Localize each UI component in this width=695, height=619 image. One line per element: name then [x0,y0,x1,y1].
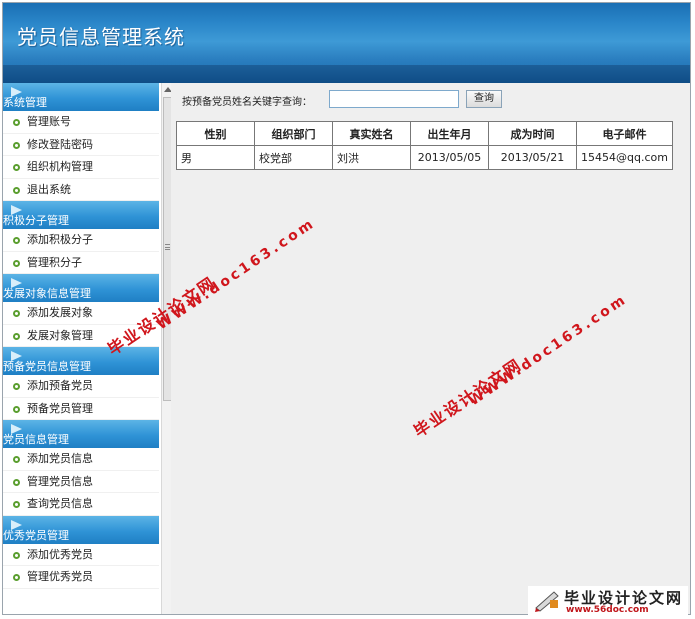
search-button[interactable]: 查询 [466,90,502,108]
sidebar-item-label: 管理党员信息 [27,474,93,488]
sidebar-section-header[interactable]: 预备党员信息管理 [3,347,159,375]
logo-pen-icon [535,591,559,612]
sidebar-item[interactable]: 添加党员信息 [3,448,159,471]
sidebar-item-label: 管理积分子 [27,255,82,269]
sidebar-section-title: 发展对象信息管理 [3,287,91,300]
results-table-wrap: 性别 组织部门 真实姓名 出生年月 成为时间 电子邮件 男 校党部 刘洪 201… [176,121,673,170]
sidebar-item-label: 查询党员信息 [27,497,93,510]
bullet-circle-icon [13,574,20,581]
sidebar-item[interactable]: 管理积分子 [3,251,159,274]
scroll-up-arrow-icon[interactable] [164,87,171,92]
sidebar-item-label: 管理账号 [27,115,71,128]
results-table: 性别 组织部门 真实姓名 出生年月 成为时间 电子邮件 男 校党部 刘洪 201… [176,121,673,170]
sidebar-item[interactable]: 添加优秀党员 [3,543,159,566]
sidebar-item-label: 添加积极分子 [27,233,93,246]
cell-join-date: 2013/05/21 [488,145,577,170]
bullet-circle-icon [13,383,20,390]
cell-birth-date: 2013/05/05 [410,145,489,170]
bullet-circle-icon [13,164,20,171]
sidebar-item[interactable]: 查询党员信息 [3,493,159,516]
sidebar-item-label: 添加预备党员 [27,379,93,392]
sidebar-item[interactable]: 管理党员信息 [3,470,159,493]
app-title: 党员信息管理系统 [17,25,185,49]
col-header-gender: 性别 [176,121,255,146]
table-header-row: 性别 组织部门 真实姓名 出生年月 成为时间 电子邮件 [176,121,673,146]
bullet-circle-icon [13,478,20,486]
sidebar-item[interactable]: 修改登陆密码 [3,133,159,156]
sidebar-section-title: 积极分子管理 [3,214,69,227]
sidebar-section-header[interactable]: 发展对象信息管理 [3,274,159,302]
cell-department: 校党部 [254,145,333,170]
sidebar-item[interactable]: 预备党员管理 [3,397,159,420]
sidebar-section-header[interactable]: 系统管理 [3,83,159,111]
bullet-circle-icon [13,551,20,559]
sidebar-section-title: 优秀党员管理 [3,528,69,542]
header-band [3,65,690,83]
search-label: 按预备党员姓名关键字查询： [182,97,312,108]
sidebar-item[interactable]: 组织机构管理 [3,156,159,179]
sidebar-section-header[interactable]: 优秀党员管理 [3,515,159,544]
main-content: 按预备党员姓名关键字查询： 查询 性别 组织部门 真实姓名 出生年月 成为时间 [173,83,690,614]
app-window: 党员信息管理系统 系统管理管理账号修改登陆密码 组织机构管理 退出系统积极分子管理添… [2,2,691,615]
bullet-circle-icon [13,332,20,340]
bullet-circle-icon [13,259,20,267]
bullet-circle-icon [13,310,20,317]
sidebar-item-label: 预备党员管理 [27,401,93,415]
sidebar: 系统管理管理账号修改登陆密码 组织机构管理 退出系统积极分子管理添加积极分子 管理积分… [3,83,171,614]
bullet-circle-icon [13,501,20,508]
sidebar-section-title: 预备党员信息管理 [3,360,91,373]
cell-real-name: 刘洪 [332,145,411,170]
sidebar-item-label: 组织机构管理 [27,160,93,173]
sidebar-section-header[interactable]: 积极分子管理 [3,201,159,229]
scroll-thumb[interactable] [163,97,171,401]
logo-url: www.56doc.com [566,605,649,615]
sidebar-item[interactable]: 管理优秀党员 [3,566,159,589]
bullet-circle-icon [13,119,20,126]
bullet-circle-icon [13,405,20,413]
bullet-circle-icon [13,456,20,463]
col-header-real-name: 真实姓名 [332,121,411,146]
sidebar-item-label: 添加党员信息 [27,452,93,465]
bullet-circle-icon [13,237,20,244]
bullet-circle-icon [13,141,20,149]
sidebar-scrollbar[interactable] [161,83,171,614]
bullet-circle-icon [13,186,20,194]
sidebar-item[interactable]: 添加预备党员 [3,375,159,398]
sidebar-item-label: 退出系统 [27,182,71,196]
cell-gender: 男 [176,145,255,170]
sidebar-item-label: 管理优秀党员 [27,570,93,583]
sidebar-item-label: 修改登陆密码 [27,137,93,151]
sidebar-item-label: 发展对象管理 [27,328,93,342]
header-banner: 党员信息管理系统 [3,3,690,83]
table-row[interactable]: 男 校党部 刘洪 2013/05/05 2013/05/21 15454@qq.… [176,145,673,170]
sidebar-item-label: 添加优秀党员 [27,547,93,561]
col-header-department: 组织部门 [254,121,333,146]
corner-logo: 毕业设计论文网 www.56doc.com [528,586,688,616]
sidebar-section-header[interactable]: 党员信息管理 [3,420,159,448]
sidebar-section-title: 系统管理 [3,96,47,109]
col-header-birth-date: 出生年月 [410,121,489,146]
col-header-join-date: 成为时间 [488,121,577,146]
sidebar-section-title: 党员信息管理 [3,433,69,446]
grip-icon [165,244,170,250]
sidebar-item-label: 添加发展对象 [27,306,93,319]
cell-email: 15454@qq.com [576,145,673,170]
sidebar-item[interactable]: 添加积极分子 [3,229,159,252]
search-input[interactable] [329,90,459,108]
sidebar-item[interactable]: 管理账号 [3,111,159,134]
col-header-email: 电子邮件 [576,121,673,146]
sidebar-item[interactable]: 退出系统 [3,178,159,201]
